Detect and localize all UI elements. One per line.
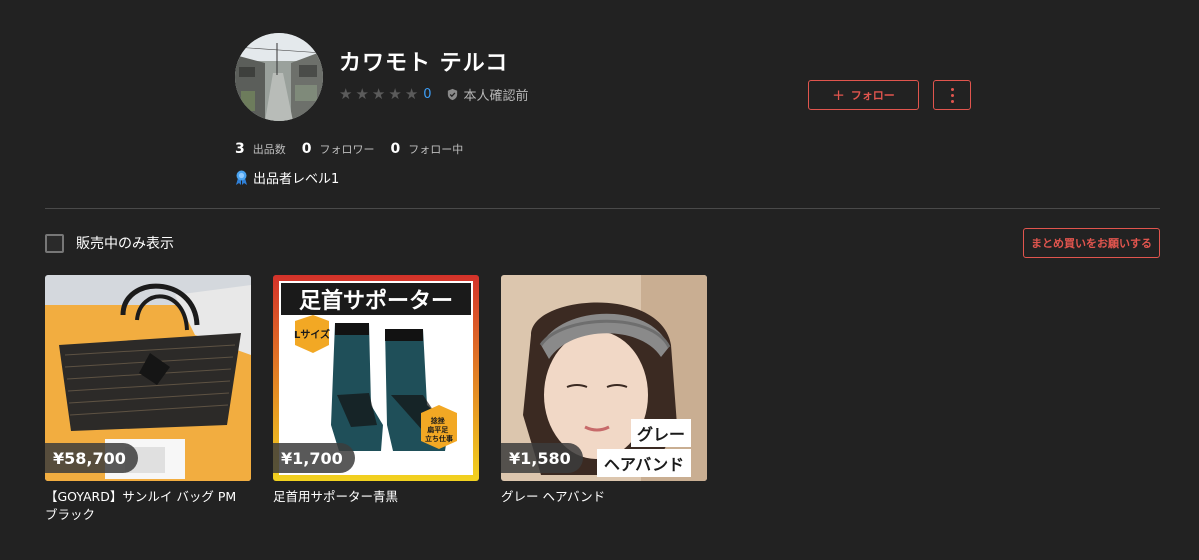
rating-count-link[interactable]: 0 [423,87,431,102]
stat-number: 0 [301,141,312,157]
seller-level-label: 出品者レベル1 [253,172,340,187]
star-icon: ★ [371,85,386,103]
product-grid: ¥58,700 【GOYARD】サンルイ バッグ PM ブラック 足首サポーター… [45,275,707,524]
star-icon: ★ [388,85,402,103]
verification-label: 本人確認前 [463,88,529,104]
plus-icon: + [832,85,845,104]
product-card[interactable]: ¥58,700 【GOYARD】サンルイ バッグ PM ブラック [45,275,251,524]
image-badge-text: Lサイズ [294,328,330,341]
more-vertical-icon [950,87,954,103]
stat-label: 出品数 [252,143,286,156]
user-name: カワモト テルコ [339,51,509,76]
star-icon: ★ [339,85,353,103]
star-icon: ★ [404,85,419,103]
seller-level: 出品者レベル1 [235,168,339,187]
ribbon-badge-icon [236,170,247,185]
rating-stars: ★ ★ ★ ★ ★ [339,85,418,103]
product-title[interactable]: 足首用サポーター青黒 [273,488,479,506]
stat-listings[interactable]: 3 出品数 [235,141,286,157]
avatar-street-photo [235,33,323,121]
product-title[interactable]: 【GOYARD】サンルイ バッグ PM ブラック [45,488,251,524]
follow-button[interactable]: + フォロー [808,80,919,110]
stat-label: フォロー中 [408,143,464,156]
stat-number: 3 [235,141,245,157]
rating-row: ★ ★ ★ ★ ★ 0 本人確認前 [339,85,529,104]
divider [45,208,1160,209]
image-text-line1: グレー [637,425,685,444]
more-options-button[interactable] [933,80,971,110]
on-sale-filter[interactable]: 販売中のみ表示 [45,233,174,253]
verification-status: 本人確認前 [446,85,529,104]
product-thumbnail[interactable]: グレー ヘアバンド ¥1,580 [501,275,707,481]
product-price: ¥58,700 [45,443,138,473]
stat-label: フォロワー [319,143,375,156]
product-price: ¥1,700 [273,443,355,473]
product-thumbnail[interactable]: 足首サポーター Lサイズ 捻挫 扁平足 立ち仕事 ¥1,700 [273,275,479,481]
product-price: ¥1,580 [501,443,583,473]
stat-followers[interactable]: 0 フォロワー [302,141,375,157]
image-heading-text: 足首サポーター [299,288,453,314]
on-sale-filter-label: 販売中のみ表示 [76,236,174,252]
star-icon: ★ [355,85,369,103]
stat-following[interactable]: 0 フォロー中 [391,141,464,157]
product-card[interactable]: グレー ヘアバンド ¥1,580 グレー ヘアバンド [501,275,707,524]
avatar[interactable] [235,33,323,121]
user-profile-page: カワモト テルコ ★ ★ ★ ★ ★ 0 本人確認前 + フォロー 3 出品数 [0,0,1199,560]
stat-number: 0 [390,141,401,157]
product-card[interactable]: 足首サポーター Lサイズ 捻挫 扁平足 立ち仕事 ¥1,700 足首用サポーター… [273,275,479,524]
bulk-purchase-request-button[interactable]: まとめ買いをお願いする [1023,228,1160,258]
follow-button-label: フォロー [850,89,895,102]
profile-stats: 3 出品数 0 フォロワー 0 フォロー中 [235,141,479,157]
product-title[interactable]: グレー ヘアバンド [501,488,707,506]
on-sale-checkbox[interactable] [45,233,64,253]
product-thumbnail[interactable]: ¥58,700 [45,275,251,481]
image-text-line2: ヘアバンド [604,455,684,474]
shield-check-icon [447,88,457,100]
